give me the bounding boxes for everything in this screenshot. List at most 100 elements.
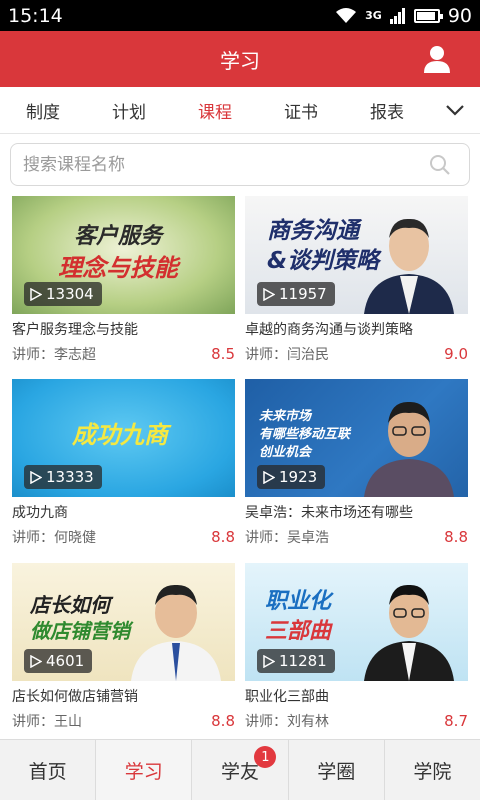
course-meta: 讲师：王山 8.8 [12,711,235,731]
tab-courses[interactable]: 课程 [172,98,258,123]
course-card[interactable]: 未来市场 有哪些移动互联 创业机会 1923 吴卓浩：未来市场还有哪些 讲师：吴… [245,379,468,547]
teacher-name: 讲师：闫治民 [245,347,329,363]
cover-text: 商务沟通 [267,218,359,244]
play-count-value: 13304 [46,285,94,303]
category-tabs: 制度 计划 课程 证书 报表 [0,87,480,134]
teacher-name: 讲师：刘有林 [245,714,329,730]
course-meta: 讲师：吴卓浩 8.8 [245,527,468,547]
rating-score: 8.8 [211,712,235,730]
nav-academy[interactable]: 学院 [385,740,480,800]
nav-label: 学圈 [317,760,356,783]
course-card[interactable]: 商务沟通 &谈判策略 11957 卓越的商务沟通与谈判策略 讲师：闫治民 9.0 [245,196,468,364]
course-meta: 讲师：闫治民 9.0 [245,344,468,364]
status-bar: 15:14 3G 90 [0,0,480,31]
course-card[interactable]: 职业化 三部曲 11281 职业化三部曲 讲师：刘有林 8.7 [245,563,468,731]
nav-friends[interactable]: 学友 1 [192,740,289,800]
status-time: 15:14 [8,4,63,27]
play-count: 4601 [24,649,93,673]
course-card[interactable]: 店长如何 做店铺营销 4601 店长如何做店铺营销 讲师：王山 8.8 [12,563,235,731]
lecturer-photo [364,401,454,497]
play-count-value: 11281 [279,652,327,670]
cover-text: 职业化 [265,589,332,614]
tab-reports[interactable]: 报表 [344,98,430,123]
play-count: 1923 [257,465,326,489]
cover-text: 理念与技能 [58,254,178,282]
course-title[interactable]: 职业化三部曲 [245,686,468,706]
tab-certificates[interactable]: 证书 [258,98,344,123]
status-icons: 3G 90 [335,5,472,27]
search-bar[interactable] [10,143,470,186]
play-count: 11957 [257,282,335,306]
play-count-value: 13333 [46,468,94,486]
rating-score: 8.7 [444,712,468,730]
play-count: 11281 [257,649,335,673]
teacher-name: 讲师：吴卓浩 [245,530,329,546]
rating-score: 8.8 [211,528,235,546]
course-meta: 讲师：李志超 8.5 [12,344,235,364]
play-icon [263,654,275,668]
course-title[interactable]: 吴卓浩：未来市场还有哪些 [245,502,468,522]
play-count-value: 11957 [279,285,327,303]
nav-label: 学院 [413,760,452,783]
bottom-navigation: 首页 学习 学友 1 学圈 学院 [0,739,480,800]
notification-badge: 1 [254,746,277,768]
play-icon [30,287,42,301]
course-thumbnail[interactable]: 商务沟通 &谈判策略 11957 [245,196,468,314]
cover-text: 做店铺营销 [30,619,130,643]
play-icon [30,470,42,484]
cover-text: 客户服务 [74,224,163,249]
nav-label: 首页 [28,760,67,783]
nav-home[interactable]: 首页 [0,740,97,800]
lecturer-photo [364,584,454,681]
teacher-name: 讲师：王山 [12,714,82,730]
teacher-name: 讲师：何晓健 [12,530,96,546]
play-icon [263,470,275,484]
battery-percent: 90 [447,4,472,27]
lecturer-photo [131,584,221,681]
course-thumbnail[interactable]: 店长如何 做店铺营销 4601 [12,563,235,681]
nav-study[interactable]: 学习 [96,740,193,800]
course-title[interactable]: 成功九商 [12,502,235,522]
course-card[interactable]: 成功九商 13333 成功九商 讲师：何晓健 8.8 [12,379,235,547]
play-count: 13333 [24,465,102,489]
teacher-name: 讲师：李志超 [12,347,96,363]
course-card[interactable]: 客户服务 理念与技能 13304 客户服务理念与技能 讲师：李志超 8.5 [12,196,235,364]
course-meta: 讲师：刘有林 8.7 [245,711,468,731]
search-input[interactable] [23,154,403,175]
tab-system[interactable]: 制度 [0,98,86,123]
course-thumbnail[interactable]: 未来市场 有哪些移动互联 创业机会 1923 [245,379,468,497]
play-count-value: 1923 [279,468,318,486]
course-title[interactable]: 店长如何做店铺营销 [12,686,235,706]
play-icon [30,654,42,668]
nav-label: 学友 [221,760,260,783]
search-icon[interactable] [429,154,451,176]
course-thumbnail[interactable]: 成功九商 13333 [12,379,235,497]
user-profile-icon[interactable] [422,44,452,74]
chevron-down-icon[interactable] [444,99,466,121]
course-meta: 讲师：何晓健 8.8 [12,527,235,547]
wifi-icon [336,8,357,23]
tab-plan[interactable]: 计划 [86,98,172,123]
play-icon [263,287,275,301]
cover-text: 创业机会 [259,445,312,460]
rating-score: 8.5 [211,345,235,363]
course-thumbnail[interactable]: 客户服务 理念与技能 13304 [12,196,235,314]
nav-circle[interactable]: 学圈 [289,740,385,800]
cover-text: 成功九商 [72,421,168,449]
app-header: 学习 [0,31,480,87]
course-thumbnail[interactable]: 职业化 三部曲 11281 [245,563,468,681]
network-type: 3G [365,9,382,22]
battery-icon [413,8,443,23]
nav-label: 学习 [124,760,163,783]
lecturer-photo [364,218,454,314]
course-title[interactable]: 客户服务理念与技能 [12,319,235,339]
cover-text: 三部曲 [265,619,332,644]
signal-icon [389,8,405,24]
play-count-value: 4601 [46,652,85,670]
course-title[interactable]: 卓越的商务沟通与谈判策略 [245,319,468,339]
cover-text: 未来市场 [259,409,312,424]
cover-text: &谈判策略 [267,248,380,274]
cover-text: 店长如何 [30,593,110,617]
play-count: 13304 [24,282,102,306]
page-title: 学习 [220,48,260,73]
